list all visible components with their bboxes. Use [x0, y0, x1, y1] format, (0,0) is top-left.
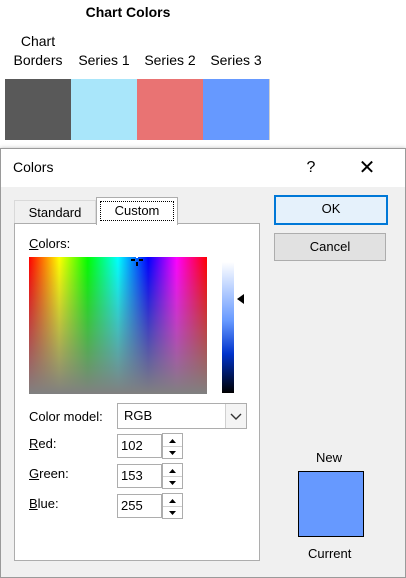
column-header-series-2[interactable]: Series 2 — [137, 28, 203, 76]
red-spinner[interactable] — [162, 433, 183, 459]
current-color-swatch — [299, 504, 363, 536]
red-input[interactable]: 102 — [117, 434, 162, 458]
swatch-series-3[interactable] — [203, 79, 270, 140]
sheet-title: Chart Colors — [85, 4, 171, 20]
blue-label-rest: lue: — [37, 496, 59, 511]
tab-standard[interactable]: Standard — [14, 200, 96, 225]
column-header-label: Chart Borders — [13, 33, 63, 68]
tab-custom-label: Custom — [99, 201, 175, 221]
red-label: Red: — [29, 436, 56, 451]
excel-sheet-with-colors-dialog: Chart Colors Chart Borders Series 1 Seri… — [0, 0, 406, 578]
swatch-series-2[interactable] — [137, 79, 204, 140]
color-spectrum-picker[interactable] — [29, 257, 207, 394]
current-label: Current — [308, 546, 352, 561]
dialog-title: Colors — [13, 159, 54, 175]
blue-spinner[interactable] — [162, 493, 183, 519]
green-label-accel: G — [29, 466, 40, 481]
spin-down-icon[interactable] — [163, 446, 182, 458]
dialog-titlebar[interactable]: Colors ? ✕ — [1, 149, 405, 187]
crosshair-icon[interactable] — [131, 254, 143, 266]
colors-label: Colors: — [29, 236, 70, 251]
close-button[interactable]: ✕ — [353, 155, 381, 181]
column-header-series-3[interactable]: Series 3 — [203, 28, 269, 76]
luminance-arrow-icon[interactable] — [237, 294, 244, 304]
luminance-slider[interactable] — [222, 262, 234, 393]
color-model-value: RGB — [124, 408, 153, 423]
chevron-down-icon[interactable] — [225, 404, 246, 428]
column-header-chart-borders[interactable]: Chart Borders — [5, 28, 71, 76]
column-header-label: Series 1 — [78, 52, 130, 68]
new-label: New — [316, 450, 343, 465]
green-input[interactable]: 153 — [117, 464, 162, 488]
spin-down-icon[interactable] — [163, 476, 182, 488]
swatch-series-1[interactable] — [71, 79, 138, 140]
spin-down-icon[interactable] — [163, 506, 182, 518]
new-current-color-preview — [298, 471, 364, 537]
column-header-series-1[interactable]: Series 1 — [71, 28, 137, 76]
blue-label-accel: B — [29, 496, 38, 511]
red-label-rest: ed: — [38, 436, 57, 451]
colors-label-accel: C — [29, 236, 39, 251]
help-button[interactable]: ? — [299, 155, 323, 181]
column-header-label: Series 3 — [210, 52, 262, 68]
color-model-select[interactable]: RGB — [117, 403, 247, 429]
colors-label-rest: olors: — [38, 236, 71, 251]
column-header-label: Series 2 — [144, 52, 196, 68]
cancel-button[interactable]: Cancel — [274, 233, 386, 261]
ok-button[interactable]: OK — [274, 195, 388, 225]
red-label-accel: R — [29, 436, 39, 451]
green-label-rest: reen: — [39, 466, 69, 481]
green-label: Green: — [29, 466, 69, 481]
new-color-swatch — [299, 472, 363, 504]
blue-label: Blue: — [29, 496, 59, 511]
blue-input[interactable]: 255 — [117, 494, 162, 518]
green-spinner[interactable] — [162, 463, 183, 489]
tab-custom[interactable]: Custom — [96, 197, 178, 225]
color-model-label: Color model: — [29, 409, 103, 424]
swatch-chart-borders[interactable] — [5, 79, 72, 140]
